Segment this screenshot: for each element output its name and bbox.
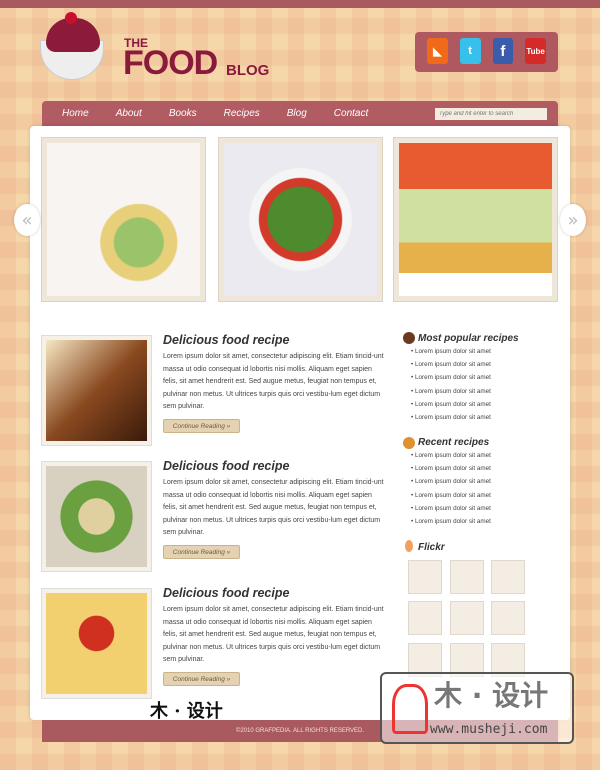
flickr-thumb[interactable]	[491, 560, 525, 594]
post-thumbnail[interactable]	[41, 335, 152, 446]
flickr-thumb[interactable]	[450, 601, 484, 635]
continue-reading-button[interactable]: Continue Reading »	[163, 419, 240, 433]
youtube-icon[interactable]: Tube	[525, 38, 546, 64]
watermark-text: 木 · 设计	[150, 701, 223, 722]
list-item[interactable]: Lorem ipsum dolor sit amet	[411, 348, 491, 361]
cherry-icon	[65, 12, 77, 24]
post-thumbnail[interactable]	[41, 588, 152, 699]
slide-image-salad-wine[interactable]	[41, 137, 206, 302]
copyright: ©2010 GRAFPEDIA. ALL RIGHTS RESERVED.	[235, 728, 365, 734]
post-excerpt: Lorem ipsum dolor sit amet, consectetur …	[163, 479, 384, 537]
recent-recipes-list: Lorem ipsum dolor sit amet Lorem ipsum d…	[411, 452, 491, 531]
flickr-thumb[interactable]	[450, 560, 484, 594]
pencil-logo-icon	[392, 684, 428, 734]
social-links: ◣ t f Tube	[415, 32, 558, 72]
slide-image-greek-salad[interactable]	[218, 137, 383, 302]
slider-next-button[interactable]: »	[560, 204, 586, 236]
list-item[interactable]: Lorem ipsum dolor sit amet	[411, 492, 491, 505]
list-item[interactable]: Lorem ipsum dolor sit amet	[411, 388, 491, 401]
list-item[interactable]: Lorem ipsum dolor sit amet	[411, 505, 491, 518]
nav-home[interactable]: Home	[62, 108, 89, 119]
list-item[interactable]: Lorem ipsum dolor sit amet	[411, 465, 491, 478]
nav-about[interactable]: About	[116, 108, 142, 119]
nav-contact[interactable]: Contact	[334, 108, 368, 119]
list-item[interactable]: Lorem ipsum dolor sit amet	[411, 374, 491, 387]
post-excerpt: Lorem ipsum dolor sit amet, consectetur …	[163, 606, 384, 664]
list-item[interactable]: Lorem ipsum dolor sit amet	[411, 478, 491, 491]
nav-blog[interactable]: Blog	[287, 108, 307, 119]
post-title[interactable]: Delicious food recipe	[163, 459, 289, 473]
list-item[interactable]: Lorem ipsum dolor sit amet	[411, 361, 491, 374]
list-item[interactable]: Lorem ipsum dolor sit amet	[411, 401, 491, 414]
watermark-url: www.musheji.com	[430, 722, 548, 737]
top-bar	[0, 0, 600, 8]
list-item[interactable]: Lorem ipsum dolor sit amet	[411, 414, 491, 427]
logo-food: FOOD	[123, 44, 218, 82]
flickr-thumb[interactable]	[491, 601, 525, 635]
logo[interactable]: THE FOOD BLOG	[40, 10, 290, 95]
watermark-title: 木 · 设计	[434, 679, 549, 712]
popular-recipes-heading: Most popular recipes	[418, 333, 519, 344]
continue-reading-button[interactable]: Continue Reading »	[163, 545, 240, 559]
recent-recipes-heading: Recent recipes	[418, 437, 490, 448]
flickr-thumb[interactable]	[408, 601, 442, 635]
post-title[interactable]: Delicious food recipe	[163, 333, 289, 347]
coffee-cup-icon	[403, 332, 415, 344]
nav-recipes[interactable]: Recipes	[224, 108, 260, 119]
facebook-icon[interactable]: f	[492, 38, 514, 64]
logo-blog: BLOG	[226, 62, 270, 79]
list-item[interactable]: Lorem ipsum dolor sit amet	[411, 452, 491, 465]
list-item[interactable]: Lorem ipsum dolor sit amet	[411, 518, 491, 531]
continue-reading-button[interactable]: Continue Reading »	[163, 672, 240, 686]
ice-pop-icon	[405, 540, 413, 552]
popular-recipes-list: Lorem ipsum dolor sit amet Lorem ipsum d…	[411, 348, 491, 427]
slide-image-tostada[interactable]	[393, 137, 558, 302]
post-thumbnail[interactable]	[41, 461, 152, 572]
rss-icon[interactable]: ◣	[427, 38, 448, 64]
twitter-icon[interactable]: t	[459, 38, 481, 64]
watermark: 木 · 设计 www.musheji.com	[380, 672, 574, 744]
nav-books[interactable]: Books	[169, 108, 197, 119]
post-title[interactable]: Delicious food recipe	[163, 586, 289, 600]
burger-icon	[403, 437, 415, 449]
search-input[interactable]	[435, 108, 547, 120]
flickr-heading: Flickr	[418, 542, 445, 553]
flickr-thumb[interactable]	[408, 560, 442, 594]
slider-prev-button[interactable]: «	[14, 204, 40, 236]
post-excerpt: Lorem ipsum dolor sit amet, consectetur …	[163, 353, 384, 411]
